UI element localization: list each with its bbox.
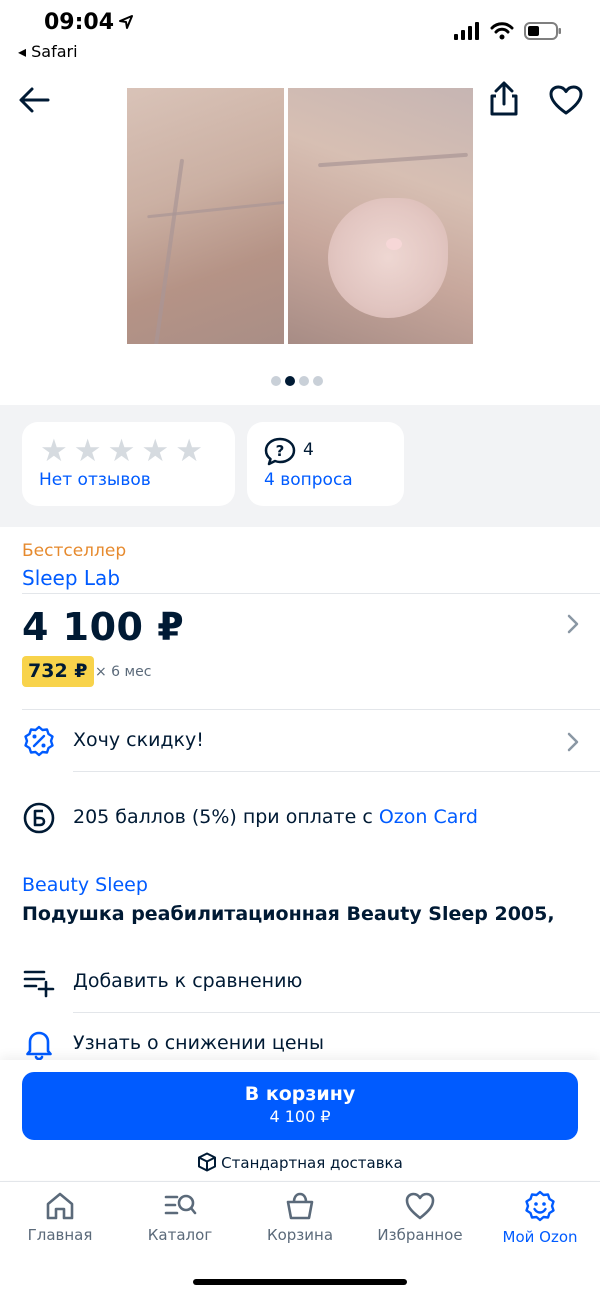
add-to-cart-button[interactable]: В корзину 4 100 ₽ <box>22 1072 578 1140</box>
star-icon: ★ <box>40 433 68 469</box>
favorite-button[interactable] <box>548 84 588 124</box>
back-to-safari[interactable]: ◂ Safari <box>18 42 78 61</box>
discount-percent-icon <box>24 725 54 757</box>
home-indicator[interactable] <box>193 1279 407 1285</box>
product-title: Подушка реабилитационная Beauty Sleep 20… <box>22 903 555 925</box>
svg-text:?: ? <box>276 442 285 460</box>
questions-count: 4 <box>303 440 314 460</box>
arrow-left-icon <box>19 87 50 113</box>
divider <box>22 709 600 710</box>
divider <box>22 593 600 594</box>
share-icon <box>490 81 518 116</box>
profile-smile-icon <box>525 1190 555 1222</box>
pagination-dot[interactable] <box>313 376 323 386</box>
product-photo[interactable] <box>127 88 284 344</box>
home-icon <box>46 1192 74 1220</box>
tab-favorites[interactable]: Избранное <box>360 1190 480 1244</box>
tab-home-label: Главная <box>27 1226 93 1244</box>
cart-icon <box>286 1192 314 1220</box>
compare-label: Добавить к сравнению <box>73 970 303 992</box>
divider <box>73 771 600 772</box>
compare-list-add-icon <box>23 970 55 998</box>
product-gallery[interactable] <box>127 88 473 344</box>
tab-catalog[interactable]: Каталог <box>120 1190 240 1244</box>
tab-cart[interactable]: Корзина <box>240 1190 360 1244</box>
pagination-dot[interactable] <box>299 376 309 386</box>
battery-icon <box>524 22 561 40</box>
reviews-card[interactable]: ★ ★ ★ ★ ★ Нет отзывов <box>22 422 235 506</box>
divider <box>73 1012 600 1013</box>
brand-link[interactable]: Beauty Sleep <box>22 874 148 896</box>
price-alert-label: Узнать о снижении цены <box>73 1032 324 1054</box>
status-bar: 09:04 ◂ Safari <box>0 0 600 70</box>
star-icon: ★ <box>175 433 203 469</box>
star-icon: ★ <box>107 433 136 469</box>
heart-icon <box>549 85 583 115</box>
tab-home[interactable]: Главная <box>0 1190 120 1244</box>
seller-link[interactable]: Sleep Lab <box>22 566 120 590</box>
star-icon: ★ <box>141 433 170 469</box>
bonus-points-icon <box>23 802 55 834</box>
bonus-text-main: 205 баллов (5%) при оплате с <box>73 806 379 828</box>
back-button[interactable] <box>16 82 56 122</box>
pagination-dot-active[interactable] <box>285 376 295 386</box>
share-button[interactable] <box>486 80 526 120</box>
tab-my-ozon-label: Мой Ozon <box>502 1228 578 1246</box>
tab-catalog-label: Каталог <box>147 1226 213 1244</box>
star-icon: ★ <box>73 433 102 469</box>
tab-favorites-label: Избранное <box>377 1226 463 1244</box>
add-to-cart-price: 4 100 ₽ <box>269 1107 331 1126</box>
bell-icon <box>26 1031 52 1061</box>
heart-icon <box>405 1192 435 1220</box>
bestseller-badge: Бестселлер <box>22 541 127 561</box>
product-photo[interactable] <box>288 88 473 344</box>
box-icon <box>198 1152 217 1172</box>
add-to-cart-panel: В корзину 4 100 ₽ Стандартная доставка <box>0 1060 600 1180</box>
product-price: 4 100 ₽ <box>22 605 185 649</box>
add-to-cart-label: В корзину <box>244 1083 356 1105</box>
question-bubble-icon: ? <box>264 437 296 466</box>
no-reviews-link[interactable]: Нет отзывов <box>39 470 151 490</box>
gallery-pagination <box>271 376 323 386</box>
discount-row-label: Хочу скидку! <box>73 729 204 751</box>
bonus-text: 205 баллов (5%) при оплате с Ozon Card <box>73 806 478 828</box>
delivery-label: Стандартная доставка <box>221 1154 403 1172</box>
delivery-info: Стандартная доставка <box>0 1152 600 1172</box>
status-indicators <box>454 22 562 40</box>
questions-link[interactable]: 4 вопроса <box>264 470 353 490</box>
catalog-icon <box>164 1194 197 1215</box>
pagination-dot[interactable] <box>271 376 281 386</box>
tab-my-ozon[interactable]: Мой Ozon <box>480 1190 600 1246</box>
wifi-icon <box>490 22 514 40</box>
status-time: 09:04 <box>44 10 115 35</box>
chevron-right-icon[interactable] <box>566 730 580 760</box>
rating-stars: ★ ★ ★ ★ ★ <box>40 436 203 467</box>
signal-icon <box>454 22 479 40</box>
location-arrow-icon <box>119 15 133 29</box>
tab-cart-label: Корзина <box>266 1226 334 1244</box>
ozon-card-link[interactable]: Ozon Card <box>379 806 478 828</box>
installment-term: × 6 мес <box>95 664 152 680</box>
chevron-right-icon[interactable] <box>566 612 580 642</box>
questions-card[interactable]: ? 4 4 вопроса <box>247 422 404 506</box>
installment-badge: 732 ₽ <box>22 656 94 687</box>
